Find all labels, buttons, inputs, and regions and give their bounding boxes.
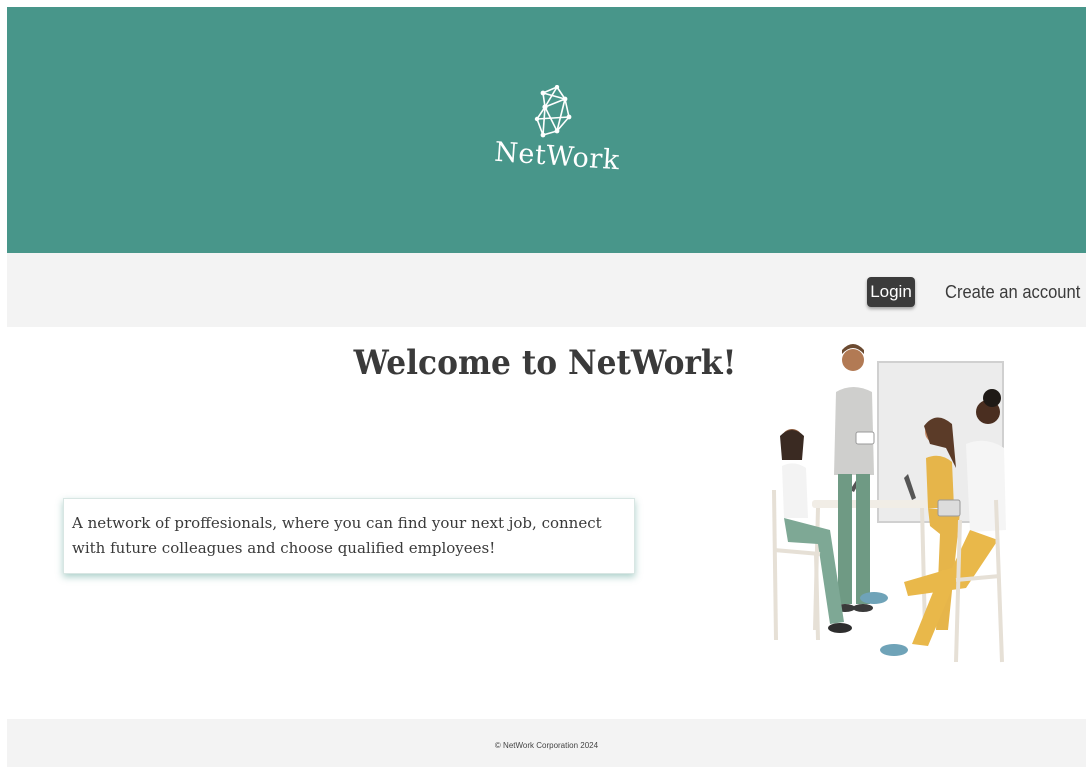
brand-logo[interactable]: NetWork — [487, 85, 627, 185]
intro-text: A network of proffesionals, where you ca… — [72, 514, 602, 557]
network-nodes-icon — [534, 85, 572, 138]
team-meeting-illustration — [772, 344, 1006, 663]
top-navigation: Login Create an account — [7, 253, 1086, 327]
intro-card: A network of proffesionals, where you ca… — [63, 498, 635, 574]
brand-name: NetWork — [493, 136, 621, 177]
standing-person — [834, 344, 875, 612]
site-footer: © NetWork Corporation 2024 — [7, 719, 1086, 767]
site-header: NetWork — [7, 7, 1086, 253]
copyright-text: © NetWork Corporation 2024 — [494, 741, 599, 750]
login-button[interactable]: Login — [867, 277, 915, 307]
page-title: Welcome to NetWork! — [353, 343, 737, 383]
create-account-link[interactable]: Create an account — [945, 277, 1080, 307]
